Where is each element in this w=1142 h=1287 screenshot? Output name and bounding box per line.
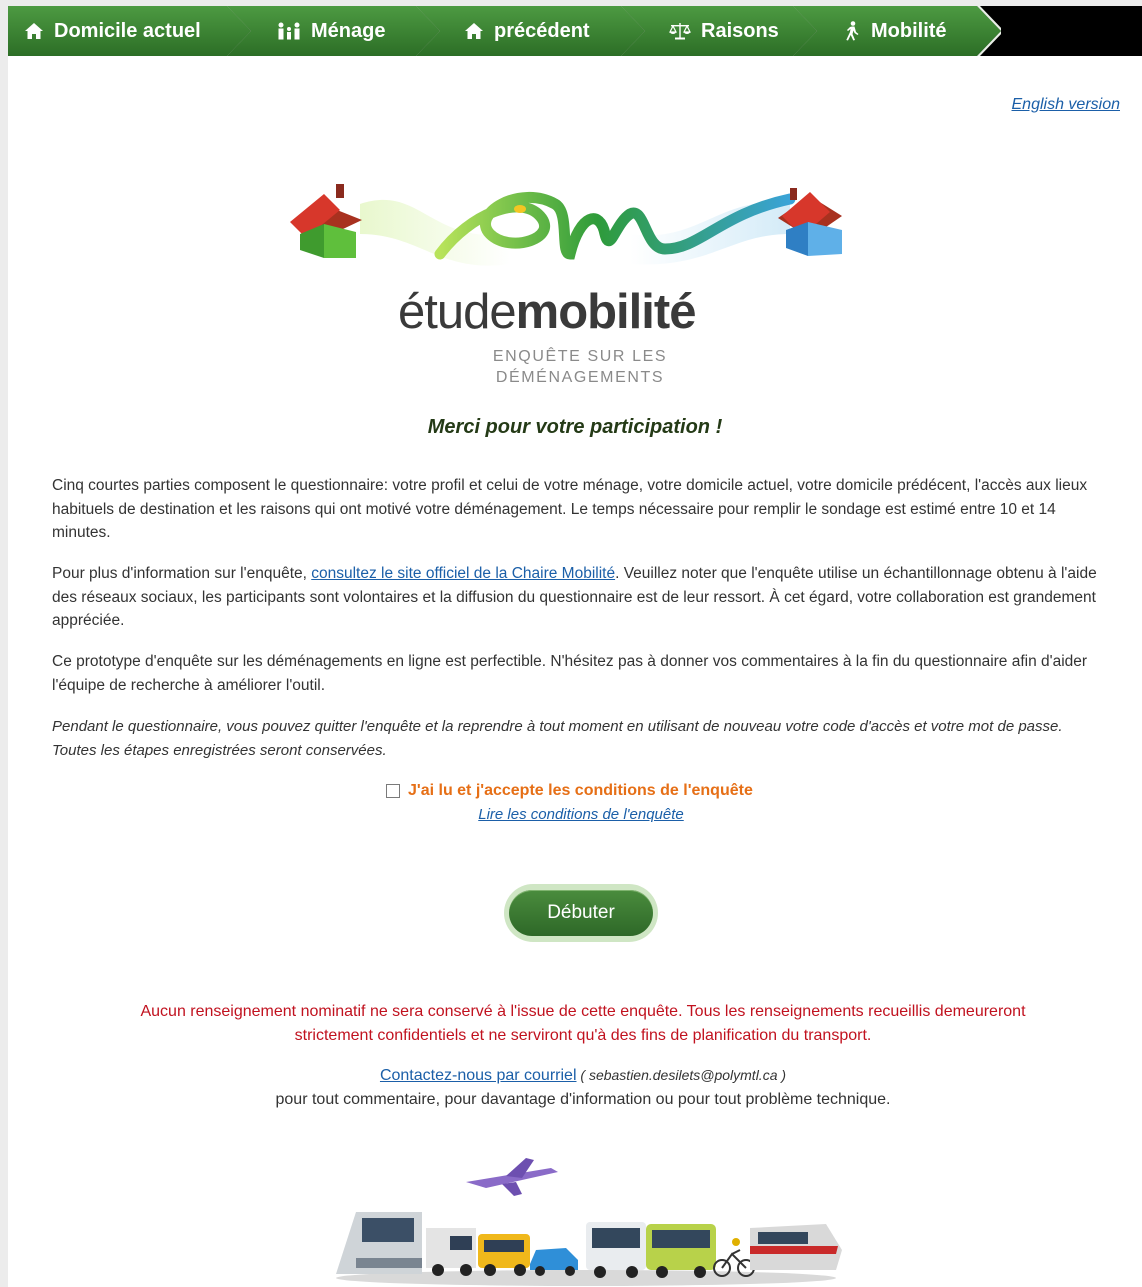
home-icon (465, 23, 483, 39)
green-house-icon (290, 184, 362, 258)
contact-email-link[interactable]: Contactez-nous par courriel (380, 1067, 577, 1084)
intro-paragraph-2: Pour plus d'information sur l'enquête, c… (52, 565, 1097, 629)
logo-graphic (290, 184, 842, 266)
start-button[interactable]: Débuter (504, 884, 658, 942)
airplane-icon (466, 1158, 558, 1196)
step-label: précédent (494, 19, 590, 42)
accept-conditions[interactable]: J'ai lu et j'accepte les conditions de l… (386, 782, 753, 800)
bicycle-icon (713, 1238, 755, 1277)
step-label: Mobilité (871, 19, 947, 42)
train-icon (750, 1224, 842, 1270)
intro-paragraph-4: Pendant le questionnaire, vous pouvez qu… (52, 718, 1063, 759)
etude-mobilite-logo: étudemobilité ENQUÊTE SUR LES DÉMÉNAGEME… (270, 154, 870, 404)
start-button-label: Débuter (509, 890, 653, 936)
logo-subtitle: ENQUÊTE SUR LES DÉMÉNAGEMENTS (492, 348, 668, 386)
step-raisons[interactable]: Raisons (621, 6, 817, 56)
step-navigation: Domicile actuel Ménage précédent Raisons (8, 6, 1142, 56)
privacy-notice: Aucun renseignement nominatif ne sera co… (140, 1003, 1026, 1044)
school-bus-icon (478, 1234, 530, 1276)
survey-page: Domicile actuel Ménage précédent Raisons (8, 6, 1142, 1287)
scale-icon (669, 23, 691, 40)
step-precedent[interactable]: précédent (416, 6, 645, 56)
english-version-link[interactable]: English version (1012, 96, 1121, 114)
contact-email: sebastien.desilets@polymtl.ca (588, 1067, 778, 1083)
accept-label: J'ai lu et j'accepte les conditions de l… (408, 782, 753, 799)
step-label: Raisons (701, 19, 779, 42)
tram-icon (336, 1212, 422, 1274)
transport-illustration (336, 1158, 842, 1286)
read-conditions-link[interactable]: Lire les conditions de l'enquête (478, 806, 684, 823)
step-label: Domicile actuel (54, 19, 201, 42)
thanks-heading: Merci pour votre participation ! (427, 416, 723, 438)
step-mobilite[interactable]: Mobilité (793, 6, 1001, 56)
household-icon (278, 22, 300, 40)
truck-icon (426, 1228, 476, 1276)
step-label: Ménage (311, 19, 386, 42)
step-domicile-actuel[interactable]: Domicile actuel (8, 6, 251, 56)
contact-info: Contactez-nous par courriel ( sebastien.… (275, 1067, 891, 1108)
intro-paragraph-3: Ce prototype d'enquête sur les déménagem… (52, 653, 1088, 694)
intro-paragraph-1: Cinq courtes parties composent le questi… (52, 477, 1088, 541)
home-icon (25, 23, 43, 39)
step-menage[interactable]: Ménage (227, 6, 440, 56)
green-bus-icon (646, 1224, 716, 1278)
official-site-link[interactable]: consultez le site officiel de la Chaire … (311, 565, 615, 582)
accept-checkbox[interactable] (386, 784, 400, 798)
walking-icon (846, 21, 859, 41)
bus-icon (586, 1222, 646, 1278)
logo-wordmark: étudemobilité (398, 285, 696, 339)
